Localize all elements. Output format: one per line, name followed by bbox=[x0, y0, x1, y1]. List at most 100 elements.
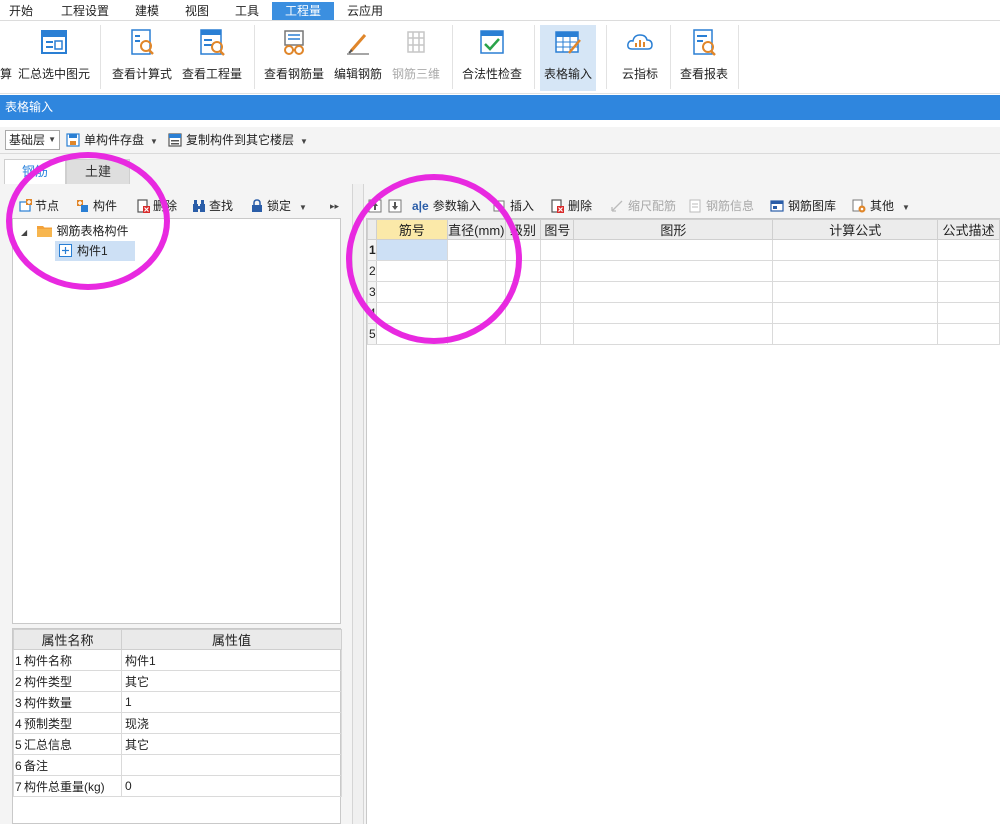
grid-cell[interactable] bbox=[573, 302, 774, 324]
move-up-button[interactable] bbox=[368, 197, 386, 215]
property-value-cell[interactable] bbox=[121, 754, 342, 776]
grid-cell[interactable] bbox=[540, 302, 575, 324]
grid-cell[interactable] bbox=[937, 302, 1000, 324]
tab-rebar[interactable]: 钢筋 bbox=[4, 159, 66, 184]
property-name-cell[interactable]: 6 备注 bbox=[13, 754, 122, 776]
grid-cell[interactable] bbox=[573, 239, 774, 261]
property-value-cell[interactable]: 其它 bbox=[121, 670, 342, 692]
menu-start[interactable]: 开始 bbox=[0, 2, 42, 20]
property-name-cell[interactable]: 3 构件数量 bbox=[13, 691, 122, 713]
floor-select[interactable]: 基础层 ▼ bbox=[5, 130, 60, 150]
grid-cell[interactable] bbox=[504, 239, 542, 261]
menu-cloud[interactable]: 云应用 bbox=[340, 2, 390, 20]
grid-cell[interactable] bbox=[937, 239, 1000, 261]
property-value-cell[interactable]: 其它 bbox=[121, 733, 342, 755]
find-button[interactable]: 查找 bbox=[192, 197, 233, 215]
grid-cell[interactable] bbox=[937, 323, 1000, 345]
summary-selected-button[interactable]: 汇总选中图元 bbox=[14, 25, 94, 91]
column-header-bar-no[interactable]: 筋号 bbox=[375, 219, 449, 240]
grid-cell[interactable] bbox=[937, 260, 1000, 282]
grid-cell[interactable] bbox=[540, 260, 575, 282]
grid-cell[interactable] bbox=[504, 302, 542, 324]
view-quantity-button[interactable]: 查看工程量 bbox=[178, 25, 246, 91]
expand-toolbar-icon[interactable]: ▸▸ bbox=[330, 197, 339, 215]
column-header-grade[interactable]: 级别 bbox=[504, 219, 542, 240]
move-down-button[interactable] bbox=[388, 197, 406, 215]
grid-cell[interactable] bbox=[447, 323, 506, 345]
other-button[interactable]: 其他 ▼ bbox=[852, 197, 910, 215]
property-value-cell[interactable]: 0 bbox=[121, 775, 342, 797]
tree-item-component[interactable]: 构件1 bbox=[55, 241, 135, 261]
rebar-info-button[interactable]: 钢筋信息 bbox=[688, 197, 754, 215]
table-input-button[interactable]: 表格输入 bbox=[540, 25, 596, 91]
grid-cell[interactable] bbox=[540, 281, 575, 303]
grid-cell[interactable] bbox=[540, 323, 575, 345]
scale-rebar-button[interactable]: 缩尺配筋 bbox=[610, 197, 676, 215]
row-header-corner bbox=[367, 219, 377, 240]
column-header-shape[interactable]: 图形 bbox=[573, 219, 774, 240]
grid-cell[interactable] bbox=[447, 239, 506, 261]
edit-rebar-button[interactable]: 编辑钢筋 bbox=[330, 25, 386, 91]
calc-button[interactable]: 算 bbox=[0, 25, 12, 91]
grid-cell[interactable] bbox=[772, 260, 939, 282]
menu-quantity[interactable]: 工程量 bbox=[272, 2, 334, 20]
grid-cell[interactable] bbox=[772, 281, 939, 303]
grid-cell[interactable] bbox=[504, 323, 542, 345]
param-input-button[interactable]: a|e 参数输入 bbox=[412, 197, 481, 215]
save-component-button[interactable]: 单构件存盘 ▼ bbox=[66, 130, 158, 150]
menu-project-settings[interactable]: 工程设置 bbox=[52, 2, 118, 20]
grid-cell[interactable] bbox=[447, 281, 506, 303]
property-name-cell[interactable]: 4 预制类型 bbox=[13, 712, 122, 734]
grid-cell[interactable] bbox=[573, 260, 774, 282]
grid-cell[interactable] bbox=[375, 260, 449, 282]
property-name-cell[interactable]: 1 构件名称 bbox=[13, 649, 122, 671]
tree-root[interactable]: ◢ 钢筋表格构件 bbox=[21, 221, 129, 241]
lock-button[interactable]: 锁定 ▼ bbox=[250, 197, 307, 215]
column-header-formula-desc[interactable]: 公式描述 bbox=[937, 219, 1000, 240]
grid-cell[interactable] bbox=[573, 281, 774, 303]
view-formula-button[interactable]: 查看计算式 bbox=[108, 25, 176, 91]
grid-cell[interactable] bbox=[504, 260, 542, 282]
property-value-cell[interactable]: 现浇 bbox=[121, 712, 342, 734]
column-header-formula[interactable]: 计算公式 bbox=[772, 219, 939, 240]
property-value-cell[interactable]: 构件1 bbox=[121, 649, 342, 671]
column-header-figure-no[interactable]: 图号 bbox=[540, 219, 575, 240]
collapse-arrow-icon[interactable]: ◢ bbox=[21, 228, 27, 237]
grid-cell[interactable] bbox=[375, 302, 449, 324]
validity-check-button[interactable]: 合法性检查 bbox=[458, 25, 526, 91]
grid-cell[interactable] bbox=[504, 281, 542, 303]
view-report-button[interactable]: 查看报表 bbox=[676, 25, 732, 91]
menu-modeling[interactable]: 建模 bbox=[126, 2, 168, 20]
tab-civil[interactable]: 土建 bbox=[66, 159, 130, 184]
property-name: 构件类型 bbox=[24, 674, 73, 689]
grid-cell[interactable] bbox=[772, 323, 939, 345]
grid-cell[interactable] bbox=[540, 239, 575, 261]
menu-tools[interactable]: 工具 bbox=[226, 2, 268, 20]
column-header-diameter[interactable]: 直径(mm) bbox=[447, 219, 506, 240]
copy-to-floor-button[interactable]: 复制构件到其它楼层 ▼ bbox=[168, 130, 308, 150]
add-node-button[interactable]: 节点 bbox=[18, 197, 59, 215]
grid-cell[interactable] bbox=[375, 239, 449, 261]
grid-cell[interactable] bbox=[447, 302, 506, 324]
grid-cell[interactable] bbox=[772, 239, 939, 261]
grid-delete-button[interactable]: 删除 bbox=[550, 197, 592, 215]
property-value-cell[interactable]: 1 bbox=[121, 691, 342, 713]
grid-cell[interactable] bbox=[573, 323, 774, 345]
panel-splitter[interactable] bbox=[352, 184, 364, 824]
view-rebar-button[interactable]: 查看钢筋量 bbox=[260, 25, 328, 91]
grid-cell[interactable] bbox=[772, 302, 939, 324]
grid-cell[interactable] bbox=[375, 323, 449, 345]
menu-view[interactable]: 视图 bbox=[176, 2, 218, 20]
grid-cell[interactable] bbox=[447, 260, 506, 282]
rebar-library-button[interactable]: 钢筋图库 bbox=[770, 197, 836, 215]
grid-cell[interactable] bbox=[375, 281, 449, 303]
property-name-cell[interactable]: 2 构件类型 bbox=[13, 670, 122, 692]
grid-cell[interactable] bbox=[937, 281, 1000, 303]
cloud-index-button[interactable]: 云指标 bbox=[612, 25, 668, 91]
delete-button[interactable]: 删除 bbox=[136, 197, 177, 215]
add-component-button[interactable]: 构件 bbox=[76, 197, 117, 215]
insert-button[interactable]: 插入 bbox=[492, 197, 534, 215]
property-name-cell[interactable]: 5 汇总信息 bbox=[13, 733, 122, 755]
rebar-3d-button[interactable]: 钢筋三维 bbox=[388, 25, 444, 91]
property-name-cell[interactable]: 7 构件总重量(kg) bbox=[13, 775, 122, 797]
